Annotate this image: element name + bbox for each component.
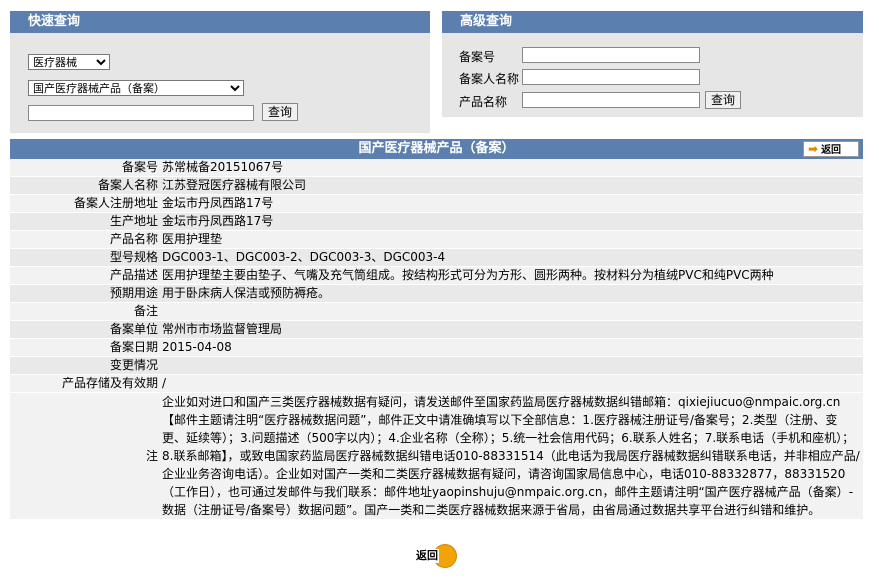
- keyword-input[interactable]: [28, 105, 254, 121]
- detail-row-key: 备注: [10, 302, 160, 321]
- detail-row-key: 备案日期: [10, 338, 160, 357]
- quick-search-title: 快速查询: [10, 11, 430, 33]
- advanced-search-title: 高级查询: [442, 11, 863, 33]
- note-key: 注: [10, 392, 160, 520]
- detail-row: 产品描述 医用护理垫主要由垫子、气嘴及充气筒组成。按结构形式可分为方形、圆形两种。…: [10, 266, 863, 285]
- detail-row-value: 常州市市场监督管理局: [160, 320, 863, 339]
- detail-row: 产品名称 医用护理垫: [10, 230, 863, 249]
- detail-row: 产品存储及有效期 /: [10, 374, 863, 393]
- detail-row-value: 医用护理垫主要由垫子、气嘴及充气筒组成。按结构形式可分为方形、圆形两种。按材料分…: [160, 266, 863, 285]
- detail-row-key: 备案号: [10, 159, 160, 177]
- back-top-label: 返回: [821, 145, 842, 156]
- advanced-search-button[interactable]: 查询: [705, 91, 742, 109]
- detail-row-value: 用于卧床病人保洁或预防褥疮。: [160, 284, 863, 303]
- detail-panel: 国产医疗器械产品（备案） ➡ 返回 备案号 苏常械备20151067号 备案人名称 江苏…: [10, 139, 863, 520]
- product-type-select[interactable]: 国产医疗器械产品（备案）: [28, 80, 244, 96]
- detail-row-value: [160, 302, 863, 321]
- detail-row-value: 江苏登冠医疗器械有限公司: [160, 176, 863, 195]
- arrow-right-icon: ➡: [808, 142, 819, 156]
- detail-row-value: 金坛市丹凤西路17号: [160, 194, 863, 213]
- product-name-label: 产品名称: [459, 95, 508, 109]
- detail-row-key: 备案人注册地址: [10, 194, 160, 213]
- detail-header: 国产医疗器械产品（备案） ➡ 返回: [10, 139, 863, 159]
- detail-row: 生产地址 金坛市丹凤西路17号: [10, 212, 863, 231]
- detail-title: 国产医疗器械产品（备案）: [358, 141, 515, 156]
- registrant-name-label: 备案人名称: [459, 72, 520, 86]
- note-text: 企业如对进口和国产三类医疗器械数据有疑问，请发送邮件至国家药监局医疗器械数据纠错…: [160, 392, 863, 520]
- advanced-search-panel: 高级查询 备案号 备案人名称 产品名称 查询: [442, 11, 863, 117]
- detail-row-key: 产品存储及有效期: [10, 374, 160, 393]
- detail-row: 备案单位 常州市市场监督管理局: [10, 320, 863, 339]
- detail-row: 备注: [10, 302, 863, 321]
- detail-row-value: DGC003-1、DGC003-2、DGC003-3、DGC003-4: [160, 248, 863, 267]
- registrant-name-input[interactable]: [522, 69, 700, 85]
- detail-row-key: 备案人名称: [10, 176, 160, 195]
- detail-row-key: 生产地址: [10, 212, 160, 231]
- detail-row-value: 金坛市丹凤西路17号: [160, 212, 863, 231]
- detail-row-key: 产品描述: [10, 266, 160, 285]
- back-bottom-label: 返回: [415, 549, 439, 563]
- detail-row-value: [160, 356, 863, 375]
- detail-row-key: 变更情况: [10, 356, 160, 375]
- detail-row-key: 备案单位: [10, 320, 160, 339]
- category-select[interactable]: 医疗器械: [28, 54, 110, 70]
- note-row: 注 企业如对进口和国产三类医疗器械数据有疑问，请发送邮件至国家药监局医疗器械数据…: [10, 392, 863, 520]
- detail-row: 备案人名称 江苏登冠医疗器械有限公司: [10, 176, 863, 195]
- detail-row-key: 型号规格: [10, 248, 160, 267]
- detail-row: 备案人注册地址 金坛市丹凤西路17号: [10, 194, 863, 213]
- detail-row: 备案号 苏常械备20151067号: [10, 159, 863, 177]
- detail-row: 备案日期 2015-04-08: [10, 338, 863, 357]
- back-button-bottom[interactable]: 返回: [413, 544, 461, 568]
- product-name-input[interactable]: [522, 92, 700, 108]
- detail-row-value: /: [160, 374, 863, 393]
- detail-row-value: 苏常械备20151067号: [160, 159, 863, 177]
- detail-row: 变更情况: [10, 356, 863, 375]
- detail-row-value: 2015-04-08: [160, 338, 863, 357]
- record-number-label: 备案号: [459, 50, 496, 64]
- detail-row-key: 预期用途: [10, 284, 160, 303]
- detail-row: 型号规格 DGC003-1、DGC003-2、DGC003-3、DGC003-4: [10, 248, 863, 267]
- back-button-top[interactable]: ➡ 返回: [803, 141, 859, 157]
- record-number-input[interactable]: [522, 47, 700, 63]
- quick-search-button[interactable]: 查询: [262, 103, 299, 121]
- detail-row: 预期用途 用于卧床病人保洁或预防褥疮。: [10, 284, 863, 303]
- detail-table: 备案号 苏常械备20151067号 备案人名称 江苏登冠医疗器械有限公司 备案人注册地址…: [10, 159, 863, 520]
- detail-row-value: 医用护理垫: [160, 230, 863, 249]
- quick-search-panel: 快速查询 医疗器械 国产医疗器械产品（备案） 查询: [10, 11, 430, 133]
- detail-row-key: 产品名称: [10, 230, 160, 249]
